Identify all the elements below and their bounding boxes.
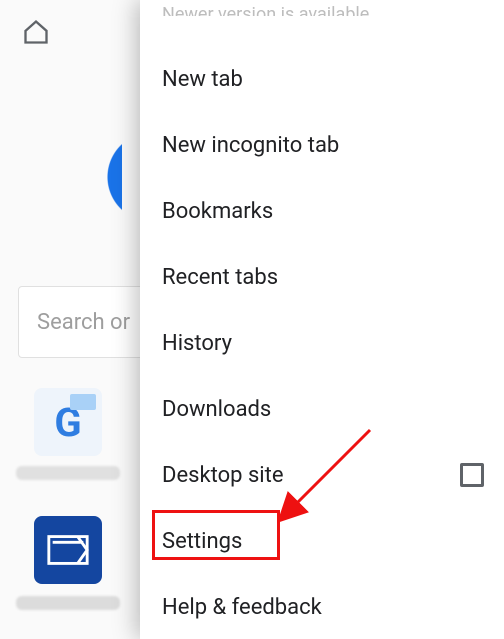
update-banner[interactable]: Newer version is available	[140, 0, 504, 16]
menu-item-label: History	[162, 331, 232, 356]
menu-item-label: Bookmarks	[162, 199, 273, 224]
site-shortcut-1-label	[16, 466, 120, 480]
menu-item-label: Desktop site	[162, 463, 284, 488]
desktop-site-checkbox[interactable]	[460, 463, 484, 487]
menu-item-new-incognito-tab[interactable]: New incognito tab	[140, 112, 504, 178]
menu-item-label: New tab	[162, 67, 243, 92]
site-shortcut-1[interactable]: G	[34, 388, 102, 456]
menu-item-label: Recent tabs	[162, 265, 278, 290]
menu-item-settings[interactable]: Settings	[140, 508, 504, 574]
overflow-menu: Newer version is available New tab New i…	[140, 0, 504, 639]
home-icon[interactable]	[22, 18, 50, 46]
cart-icon	[45, 527, 91, 573]
menu-item-history[interactable]: History	[140, 310, 504, 376]
site-shortcut-1-letter: G	[54, 399, 81, 446]
menu-item-bookmarks[interactable]: Bookmarks	[140, 178, 504, 244]
menu-item-label: Downloads	[162, 397, 271, 422]
search-placeholder: Search or	[37, 310, 130, 335]
site-shortcut-2[interactable]	[34, 516, 102, 584]
menu-item-recent-tabs[interactable]: Recent tabs	[140, 244, 504, 310]
menu-item-label: Settings	[162, 529, 242, 554]
menu-item-label: Help & feedback	[162, 595, 322, 620]
menu-item-downloads[interactable]: Downloads	[140, 376, 504, 442]
site-shortcut-2-label	[16, 596, 120, 610]
menu-item-help-feedback[interactable]: Help & feedback	[140, 574, 504, 639]
menu-list: New tab New incognito tab Bookmarks Rece…	[140, 46, 504, 639]
menu-item-label: New incognito tab	[162, 133, 339, 158]
menu-item-desktop-site[interactable]: Desktop site	[140, 442, 504, 508]
menu-item-new-tab[interactable]: New tab	[140, 46, 504, 112]
